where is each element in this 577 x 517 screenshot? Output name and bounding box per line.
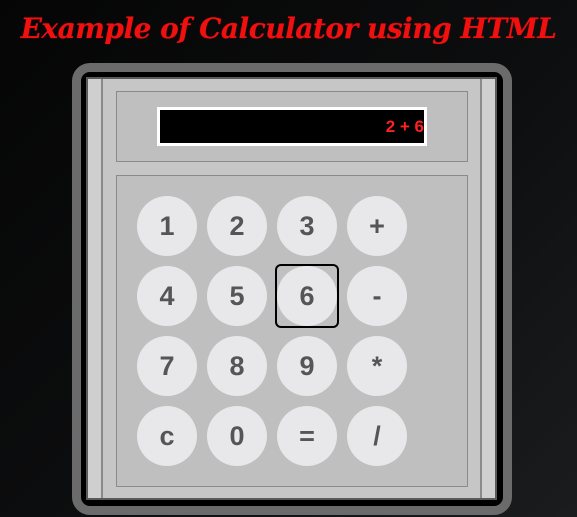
key-minus-button[interactable]: -: [347, 266, 407, 326]
key-4-button[interactable]: 4: [137, 266, 197, 326]
key-7-button[interactable]: 7: [137, 336, 197, 396]
key-multiply-button[interactable]: *: [347, 336, 407, 396]
calculator-right-rail: [480, 79, 495, 498]
key-5-button[interactable]: 5: [207, 266, 267, 326]
key-8-button[interactable]: 8: [207, 336, 267, 396]
page-title: Example of Calculator using HTML: [20, 12, 557, 45]
key-6-button[interactable]: 6: [277, 266, 337, 326]
key-0-button[interactable]: 0: [207, 406, 267, 466]
key-2-button[interactable]: 2: [207, 196, 267, 256]
key-divide-button[interactable]: /: [347, 406, 407, 466]
key-plus-button[interactable]: +: [347, 196, 407, 256]
key-equals-button[interactable]: =: [277, 406, 337, 466]
key-clear-button[interactable]: c: [137, 406, 197, 466]
calculator-left-rail: [88, 79, 103, 498]
key-3-button[interactable]: 3: [277, 196, 337, 256]
key-9-button[interactable]: 9: [277, 336, 337, 396]
display-screen[interactable]: 2 + 6: [157, 107, 427, 146]
key-1-button[interactable]: 1: [137, 196, 197, 256]
